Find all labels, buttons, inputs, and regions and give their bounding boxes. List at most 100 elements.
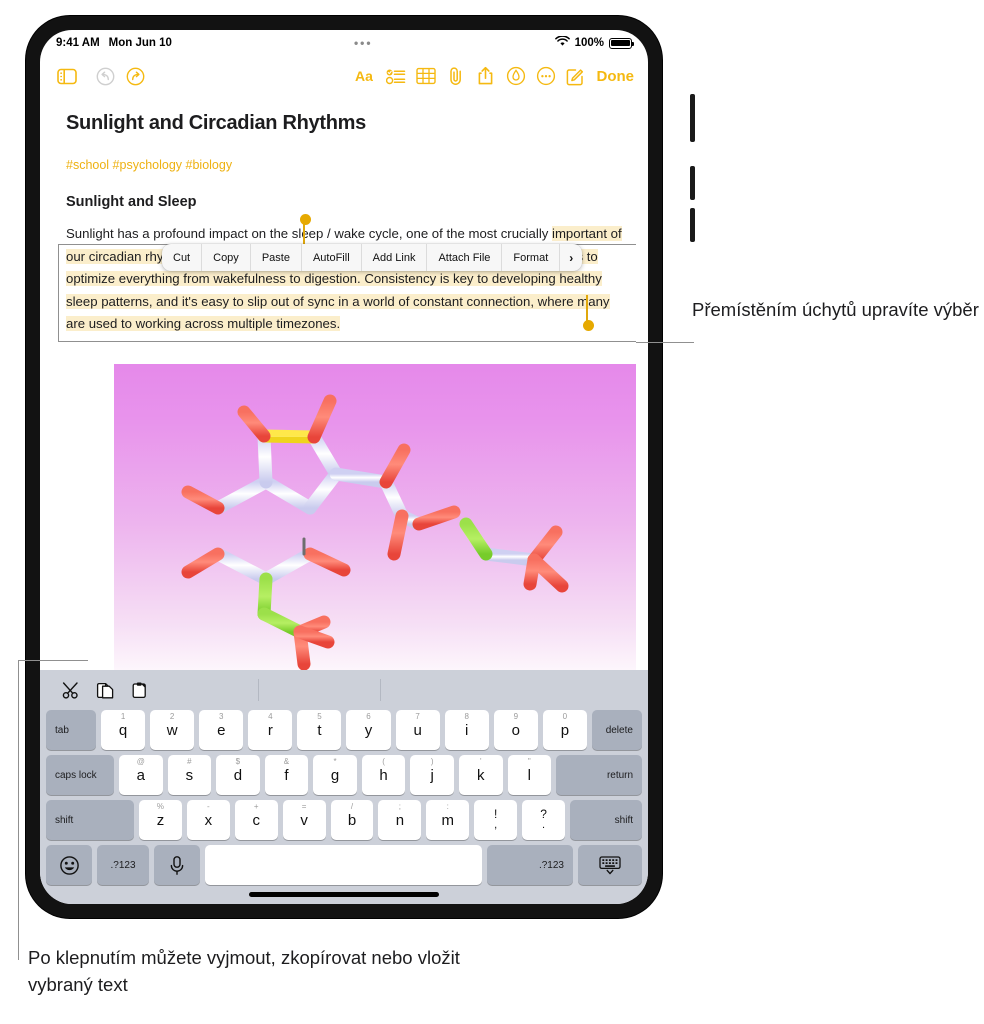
key-hint: 4 bbox=[268, 712, 273, 721]
note-tags[interactable]: #school #psychology #biology bbox=[66, 158, 630, 172]
key-hint: % bbox=[156, 802, 164, 811]
key-shift-left[interactable]: shift bbox=[46, 800, 134, 840]
key-delete[interactable]: delete bbox=[591, 710, 642, 750]
redo-icon[interactable] bbox=[120, 61, 150, 91]
checklist-icon[interactable] bbox=[381, 61, 411, 91]
key-label: c bbox=[252, 811, 260, 829]
menu-item-add-link[interactable]: Add Link bbox=[362, 244, 428, 271]
key-n[interactable]: ; n bbox=[378, 800, 422, 840]
key-o[interactable]: 9o bbox=[493, 710, 538, 750]
dismiss-keyboard-icon[interactable] bbox=[578, 845, 642, 885]
on-screen-keyboard: tab 1q 2w 3e 4r 5t 6y 7u 8i 9o 0p delete bbox=[40, 670, 648, 904]
key-d[interactable]: $ d bbox=[216, 755, 260, 795]
key-hint: = bbox=[301, 802, 307, 811]
key-label: z bbox=[156, 811, 165, 829]
emoji-icon[interactable] bbox=[46, 845, 92, 885]
ipad-screen: 9:41 AM Mon Jun 10 ••• 100% Aa Done Sunl… bbox=[40, 30, 648, 904]
power-button bbox=[690, 94, 695, 142]
key-j[interactable]: ) j bbox=[410, 755, 454, 795]
key-hint: 0 bbox=[562, 712, 568, 721]
key-c[interactable]: + c bbox=[234, 800, 278, 840]
sidebar-toggle-icon[interactable] bbox=[52, 61, 82, 91]
key-hint: ) bbox=[430, 757, 434, 766]
keyboard-row-3: shift % z -x + c = v / b ; n :m !, ?. sh… bbox=[46, 800, 643, 840]
callout-leader-bottom-tick bbox=[18, 944, 20, 960]
key-label: n bbox=[395, 811, 405, 829]
key-label: h bbox=[379, 766, 388, 784]
key-hint: 8 bbox=[464, 712, 469, 721]
key-numeric-left[interactable]: .?123 bbox=[97, 845, 149, 885]
callout-leader-bottom-top bbox=[18, 660, 88, 662]
format-aa-icon[interactable]: Aa bbox=[351, 61, 381, 91]
key-period-question[interactable]: ?. bbox=[522, 800, 566, 840]
key-y[interactable]: 6y bbox=[346, 710, 391, 750]
key-g[interactable]: * g bbox=[313, 755, 357, 795]
chevron-right-icon[interactable]: › bbox=[560, 244, 582, 271]
key-i[interactable]: 8i bbox=[444, 710, 489, 750]
microphone-icon[interactable] bbox=[154, 845, 200, 885]
paperclip-icon[interactable] bbox=[441, 61, 471, 91]
scissors-icon[interactable] bbox=[54, 676, 88, 704]
note-paragraph-selected-text[interactable]: important of our circadian rhythms—a ser… bbox=[66, 226, 622, 331]
copy-icon[interactable] bbox=[88, 676, 122, 704]
key-return[interactable]: return bbox=[556, 755, 643, 795]
table-icon[interactable] bbox=[411, 61, 441, 91]
key-x[interactable]: -x bbox=[186, 800, 230, 840]
key-space[interactable] bbox=[205, 845, 482, 885]
text-edit-menu: Cut Copy Paste AutoFill Add Link Attach … bbox=[162, 244, 583, 271]
more-ellipsis-icon[interactable] bbox=[531, 61, 561, 91]
key-v[interactable]: = v bbox=[282, 800, 326, 840]
key-l[interactable]: " l bbox=[507, 755, 552, 795]
key-h[interactable]: (h bbox=[361, 755, 406, 795]
svg-text:Aa: Aa bbox=[355, 68, 373, 84]
key-shift-right[interactable]: shift bbox=[570, 800, 643, 840]
key-z[interactable]: % z bbox=[139, 800, 182, 840]
key-caps-lock[interactable]: caps lock bbox=[46, 755, 114, 795]
key-b[interactable]: / b bbox=[330, 800, 374, 840]
key-hint: 6 bbox=[366, 712, 371, 721]
key-m[interactable]: :m bbox=[426, 800, 470, 840]
menu-item-cut[interactable]: Cut bbox=[162, 244, 203, 271]
key-q[interactable]: 1q bbox=[101, 710, 146, 750]
menu-item-attach-file[interactable]: Attach File bbox=[427, 244, 503, 271]
status-time: 9:41 AM bbox=[56, 37, 100, 49]
key-lower: , bbox=[494, 819, 498, 831]
key-r[interactable]: 4r bbox=[248, 710, 293, 750]
key-hint: 9 bbox=[513, 712, 519, 721]
key-s[interactable]: # s bbox=[167, 755, 212, 795]
key-t[interactable]: 5t bbox=[297, 710, 342, 750]
key-p[interactable]: 0p bbox=[542, 710, 587, 750]
key-u[interactable]: 7u bbox=[395, 710, 440, 750]
paste-icon[interactable] bbox=[122, 676, 156, 704]
key-tab[interactable]: tab bbox=[46, 710, 96, 750]
undo-icon[interactable] bbox=[90, 61, 120, 91]
callout-leader-bottom-vert bbox=[18, 660, 20, 946]
markup-pen-icon[interactable] bbox=[501, 61, 531, 91]
key-label: w bbox=[166, 721, 178, 739]
key-label: i bbox=[465, 721, 469, 739]
note-paragraph[interactable]: Sunlight has a profound impact on the sl… bbox=[66, 214, 630, 336]
keyboard-row-4: .?123 .?123 bbox=[46, 845, 642, 885]
key-label: v bbox=[300, 811, 308, 829]
key-k[interactable]: ' k bbox=[458, 755, 503, 795]
key-f[interactable]: & f bbox=[264, 755, 309, 795]
screenshot-root: 9:41 AM Mon Jun 10 ••• 100% Aa Done Sunl… bbox=[0, 0, 984, 1024]
share-icon[interactable] bbox=[471, 61, 501, 91]
molecule-illustration[interactable] bbox=[114, 364, 636, 670]
key-e[interactable]: 3e bbox=[199, 710, 244, 750]
compose-icon[interactable] bbox=[561, 61, 591, 91]
battery-icon bbox=[609, 37, 635, 49]
key-hint: : bbox=[446, 802, 449, 811]
home-indicator bbox=[249, 892, 439, 897]
callout-text-bottom: Po klepnutím můžete vyjmout, zkopírovat … bbox=[28, 947, 460, 995]
menu-item-copy[interactable]: Copy bbox=[202, 244, 251, 271]
key-a[interactable]: @ a bbox=[119, 755, 163, 795]
key-w[interactable]: 2w bbox=[150, 710, 195, 750]
key-numeric-right[interactable]: .?123 bbox=[487, 845, 573, 885]
menu-item-paste[interactable]: Paste bbox=[251, 244, 302, 271]
menu-item-autofill[interactable]: AutoFill bbox=[302, 244, 362, 271]
key-comma-exclaim[interactable]: !, bbox=[474, 800, 518, 840]
menu-item-format[interactable]: Format bbox=[502, 244, 561, 271]
done-button[interactable]: Done bbox=[597, 68, 635, 85]
key-hint: 2 bbox=[169, 712, 175, 721]
